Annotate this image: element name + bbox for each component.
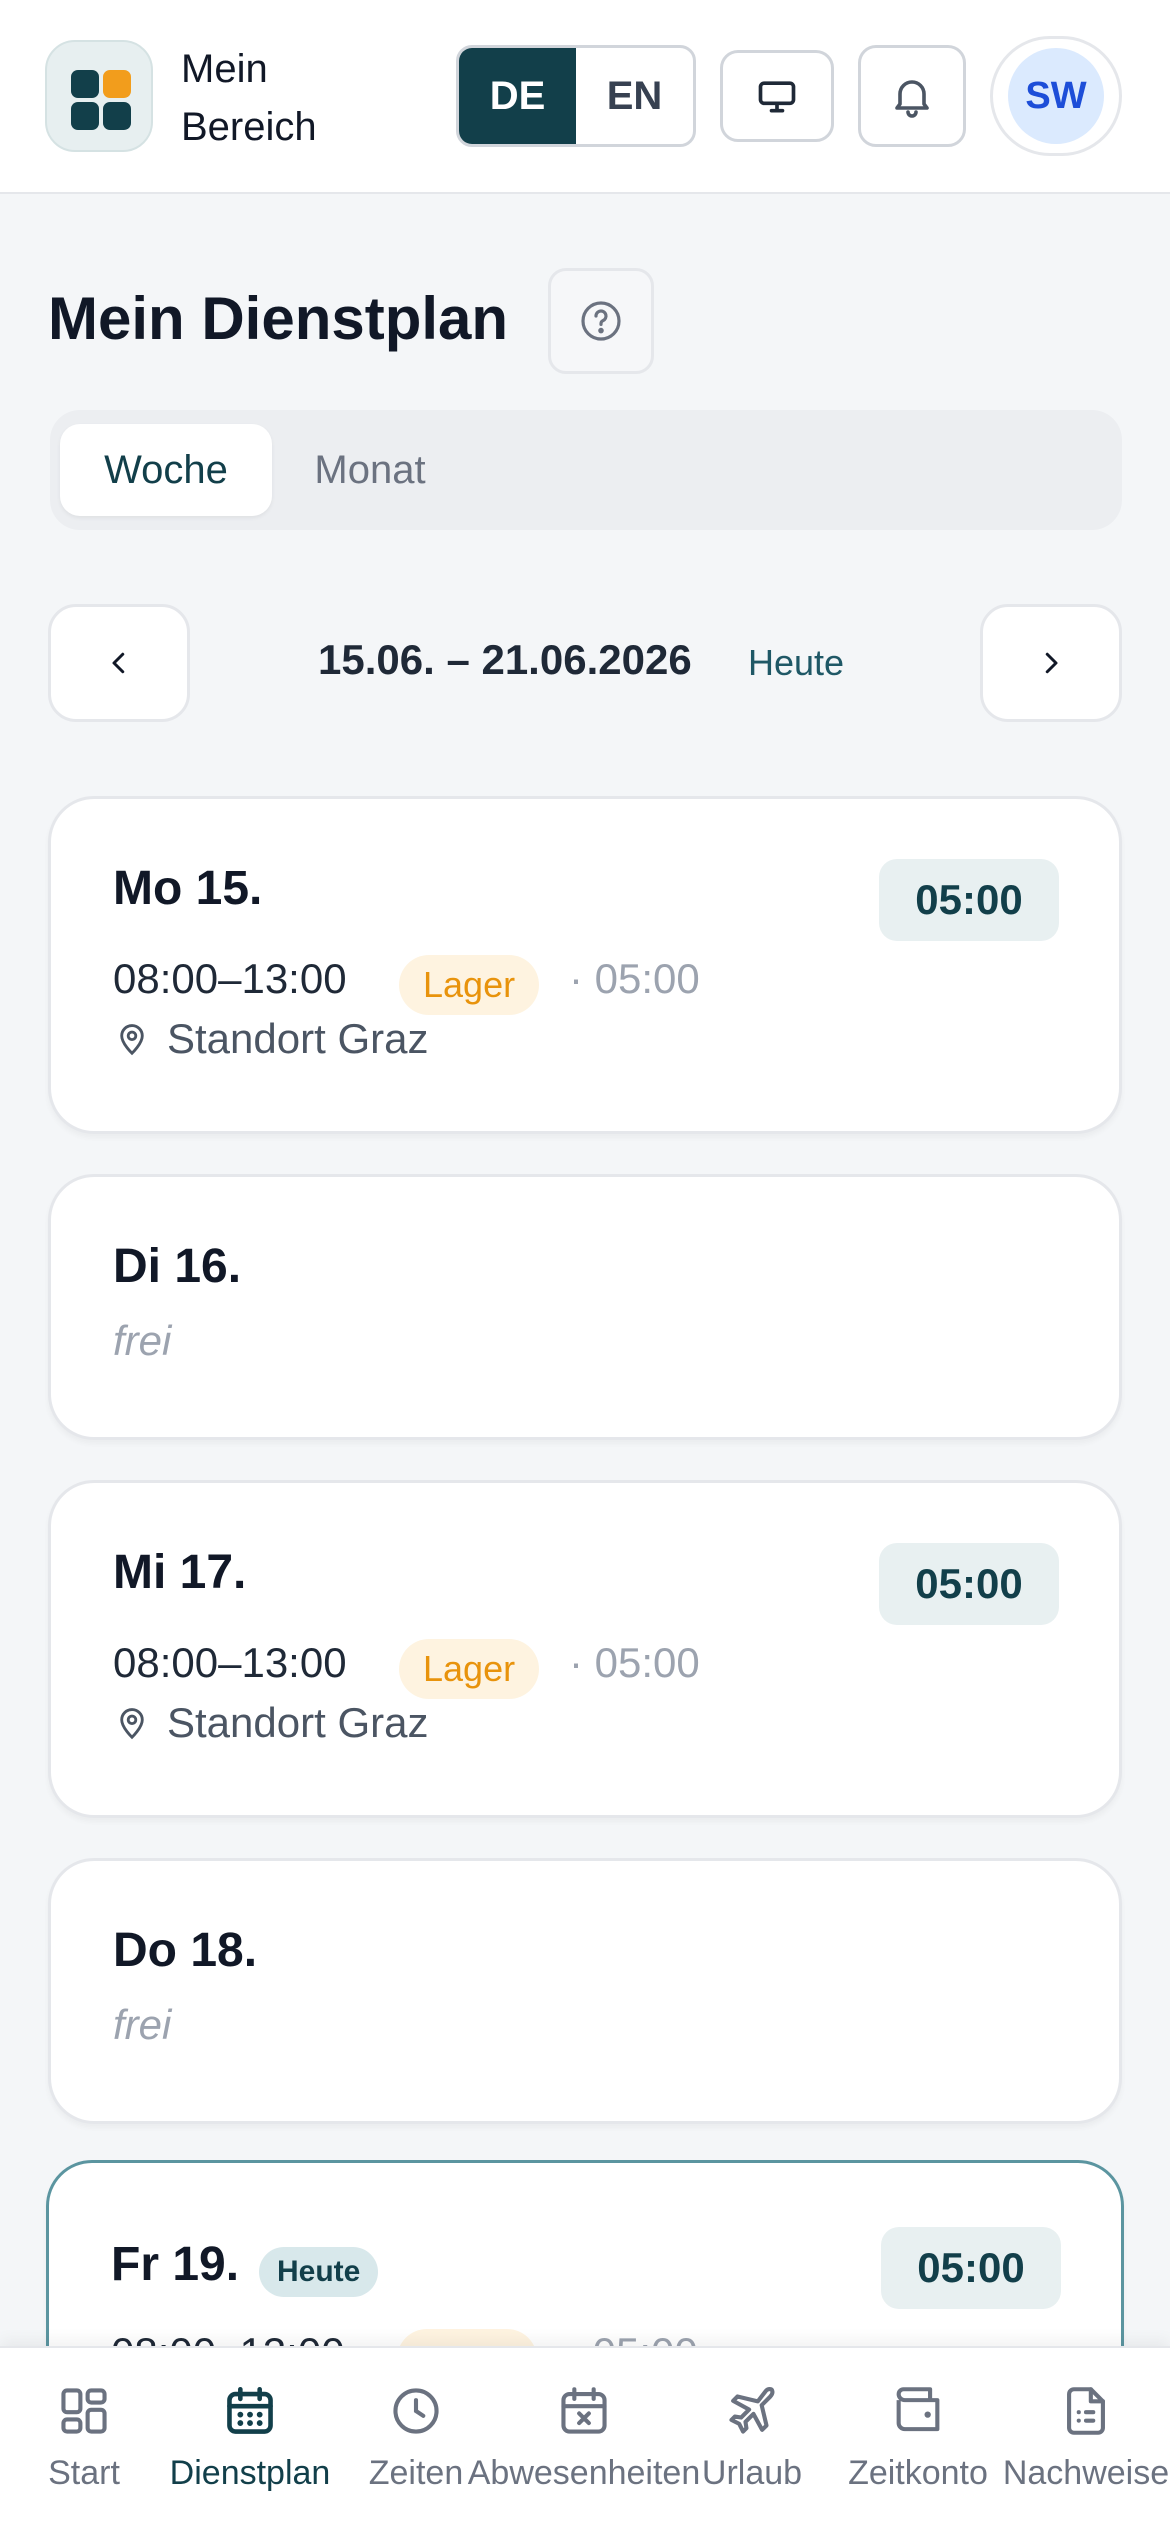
brand-title: Mein Bereich [181, 40, 341, 156]
app-grid-logo[interactable] [45, 40, 153, 152]
nav-dienstplan-label: Dienstplan [169, 2454, 331, 2492]
plane-icon [729, 2387, 775, 2434]
nav-start-label: Start [48, 2454, 120, 2492]
location-label: Standort Graz [167, 1699, 429, 1746]
day-label: Mi 17. [113, 1546, 247, 1599]
shift-tag: Lager [399, 1639, 540, 1699]
day-card-thursday[interactable]: Do 18. frei [48, 1858, 1122, 2124]
notifications-button[interactable] [858, 45, 966, 147]
map-pin-icon [120, 1024, 144, 1056]
nav-abwesenheiten[interactable]: Abwesenheiten [468, 2382, 700, 2493]
nav-start[interactable]: Start [0, 2382, 174, 2493]
clock-icon [393, 2388, 439, 2434]
tab-month[interactable]: Monat [298, 424, 442, 516]
day-label: Fr 19. [111, 2238, 240, 2291]
language-en-button[interactable]: EN [576, 48, 693, 144]
day-total-hours: 05:00 [879, 1543, 1059, 1625]
day-card-wednesday[interactable]: Mi 17. 05:00 08:00–13:00 Lager · 05:00 S… [48, 1480, 1122, 1818]
today-link[interactable]: Heute [748, 642, 844, 684]
monitor-icon [758, 81, 796, 113]
document-icon [1067, 2387, 1105, 2435]
chevron-left-icon [112, 652, 125, 674]
brand-line-2: Bereich [181, 105, 317, 149]
day-label: Di 16. [113, 1240, 242, 1293]
nav-zeiten-label: Zeiten [368, 2454, 464, 2492]
shift-time: 08:00–13:00 [113, 1639, 347, 1686]
nav-urlaub[interactable]: Urlaub [662, 2382, 842, 2493]
display-mode-button[interactable] [720, 50, 834, 142]
previous-week-button[interactable] [48, 604, 190, 722]
wallet-icon [896, 2387, 940, 2432]
calendar-x-icon [561, 2387, 607, 2434]
help-button[interactable] [548, 268, 654, 374]
brand-line-1: Mein [181, 47, 268, 91]
map-pin-icon [120, 1708, 144, 1740]
app-header: Mein Bereich DE EN SW [0, 0, 1170, 194]
nav-urlaub-label: Urlaub [701, 2454, 803, 2492]
bell-icon [895, 80, 929, 118]
free-label: frei [113, 2001, 172, 2048]
week-range: 15.06. – 21.06.2026 [318, 636, 692, 683]
shift-tag: Lager [399, 955, 540, 1015]
avatar: SW [1008, 48, 1104, 144]
user-menu-button[interactable]: SW [990, 36, 1122, 156]
shift-time: 08:00–13:00 [113, 955, 347, 1002]
calendar-icon [227, 2386, 273, 2434]
nav-nachweise[interactable]: Nachweise [996, 2382, 1170, 2493]
day-card-monday[interactable]: Mo 15. 05:00 08:00–13:00 Lager · 05:00 S… [48, 796, 1122, 1134]
shift-location: Standort Graz [113, 1015, 428, 1063]
shift-location: Standort Graz [113, 1699, 428, 1747]
day-card-tuesday[interactable]: Di 16. frei [48, 1174, 1122, 1440]
next-week-button[interactable] [980, 604, 1122, 722]
nav-dienstplan[interactable]: Dienstplan [160, 2382, 340, 2493]
page-title: Mein Dienstplan [48, 285, 509, 352]
day-total-hours: 05:00 [879, 859, 1059, 941]
free-label: frei [113, 1317, 172, 1364]
nav-zeitkonto[interactable]: Zeitkonto [828, 2382, 1008, 2493]
location-label: Standort Graz [167, 1015, 429, 1062]
question-circle-icon [581, 301, 621, 341]
day-total-hours: 05:00 [881, 2227, 1061, 2309]
bottom-navigation: Start Dienstplan Zeiten Abwesenheiten Ur… [0, 2346, 1170, 2532]
dashboard-icon [61, 2388, 107, 2434]
nav-zeitkonto-label: Zeitkonto [848, 2454, 988, 2492]
nav-nachweise-label: Nachweise [1002, 2454, 1170, 2492]
day-label: Do 18. [113, 1924, 258, 1977]
language-switch: DE EN [456, 45, 696, 147]
shift-duration: · 05:00 [569, 955, 700, 1002]
chevron-right-icon [1045, 652, 1058, 674]
today-badge: Heute [259, 2247, 379, 2297]
tab-week[interactable]: Woche [60, 424, 272, 516]
day-label: Mo 15. [113, 862, 263, 915]
language-de-button[interactable]: DE [459, 48, 576, 144]
shift-duration: · 05:00 [569, 1639, 700, 1686]
view-toggle: Woche Monat [50, 410, 1122, 530]
